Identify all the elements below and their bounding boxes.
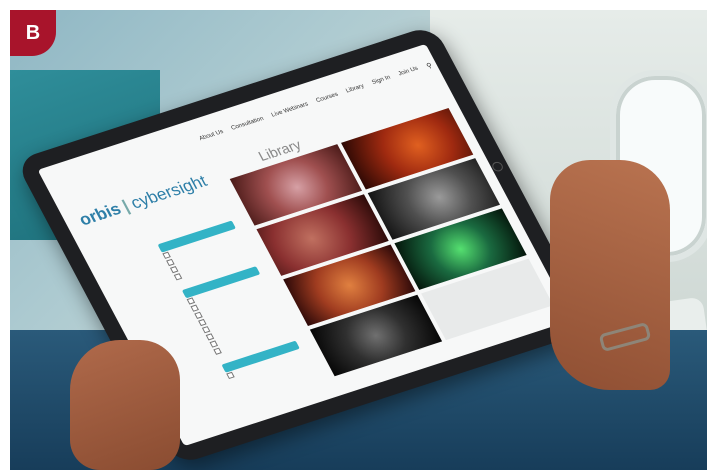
nav-item-library[interactable]: Library (345, 83, 366, 96)
logo-product: cybersight (127, 171, 211, 213)
logo-brand: orbis (75, 199, 125, 230)
checkbox-box[interactable] (173, 273, 183, 281)
search-icon[interactable]: ⚲ (425, 61, 433, 70)
cybersight-logo[interactable]: orbis|cybersight (76, 172, 211, 231)
photo-frame: orbis|cybersight About Us Consultation L… (0, 0, 715, 474)
airplane-cabin-photo: orbis|cybersight About Us Consultation L… (10, 10, 707, 470)
checkbox-box[interactable] (226, 371, 235, 380)
nav-item-live-webinars[interactable]: Live Webinars (271, 101, 311, 120)
nav-item-consultation[interactable]: Consultation (230, 116, 266, 133)
left-hand (70, 340, 180, 470)
nav-item-sign-in[interactable]: Sign In (371, 75, 393, 88)
checkbox-box[interactable] (213, 347, 222, 355)
nav-item-about-us[interactable]: About Us (198, 129, 225, 144)
right-hand (550, 160, 670, 390)
nav-item-join-us[interactable]: Join Us (397, 66, 420, 79)
nav-item-courses[interactable]: Courses (315, 92, 340, 106)
